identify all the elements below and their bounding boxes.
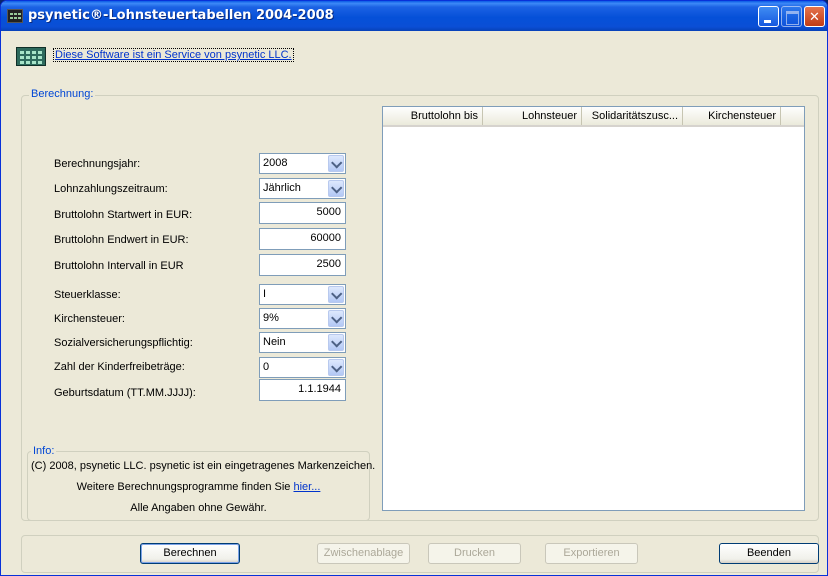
service-link[interactable]: Diese Software ist ein Service von psyne… [53,48,294,62]
berechnungsjahr-combo[interactable]: 2008 [259,153,346,174]
bruttolohn-endwert-input[interactable]: 60000 [259,228,346,250]
chevron-down-icon[interactable] [328,310,344,327]
more-programs-link[interactable]: hier... [293,481,320,493]
close-icon[interactable]: ✕ [804,6,825,27]
label-berechnungsjahr: Berechnungsjahr: [54,158,141,170]
minimize-icon[interactable] [758,6,779,27]
beenden-button[interactable]: Beenden [719,543,819,564]
label-geburtsdatum: Geburtsdatum (TT.MM.JJJJ): [54,387,196,399]
chevron-down-icon[interactable] [328,180,344,197]
maximize-icon [781,6,802,27]
chevron-down-icon[interactable] [328,334,344,351]
geburtsdatum-input[interactable]: 1.1.1944 [259,379,346,401]
column-bruttolohn-bis[interactable]: Bruttolohn bis [383,107,483,125]
label-lohnzahlungszeitraum: Lohnzahlungszeitraum: [54,183,168,195]
chevron-down-icon[interactable] [328,359,344,376]
column-solidaritaetszuschlag[interactable]: Solidaritätszusc... [582,107,683,125]
label-steuerklasse: Steuerklasse: [54,289,121,301]
info-more-programs: Weitere Berechnungsprogramme finden Sie … [31,481,366,493]
lohnzahlungszeitraum-value: Jährlich [263,182,301,194]
column-kirchensteuer[interactable]: Kirchensteuer [683,107,781,125]
kinderfreibetraege-combo[interactable]: 0 [259,357,346,378]
steuerklasse-value: I [263,288,267,300]
chevron-down-icon[interactable] [328,155,344,172]
results-table-header: Bruttolohn bis Lohnsteuer Solidaritätszu… [383,107,804,127]
results-table[interactable]: Bruttolohn bis Lohnsteuer Solidaritätszu… [382,106,805,511]
berechnungsjahr-value: 2008 [263,157,288,169]
calculator-icon [16,47,46,66]
zwischenablage-button: Zwischenablage [317,543,410,564]
info-more-programs-text: Weitere Berechnungsprogramme finden Sie [76,481,291,493]
sozialversicherungspflichtig-combo[interactable]: Nein [259,332,346,353]
label-bruttolohn-startwert: Bruttolohn Startwert in EUR: [54,209,193,221]
drucken-button: Drucken [428,543,521,564]
label-bruttolohn-endwert: Bruttolohn Endwert in EUR: [54,234,189,246]
window-title: psynetic®-Lohnsteuertabellen 2004-2008 [28,8,334,23]
main-window: psynetic®-Lohnsteuertabellen 2004-2008 ✕… [0,0,828,576]
label-sozialversicherungspflichtig: Sozialversicherungspflichtig: [54,337,193,349]
label-kirchensteuer: Kirchensteuer: [54,313,125,325]
bruttolohn-intervall-input[interactable]: 2500 [259,254,346,276]
title-bar[interactable]: psynetic®-Lohnsteuertabellen 2004-2008 ✕ [1,1,827,31]
info-disclaimer: Alle Angaben ohne Gewähr. [130,502,267,514]
sozialversicherungspflichtig-value: Nein [263,336,286,348]
lohnzahlungszeitraum-combo[interactable]: Jährlich [259,178,346,199]
info-copyright: (C) 2008, psynetic LLC. psynetic ist ein… [31,460,376,472]
info-group-title: Info: [31,445,57,457]
steuerklasse-combo[interactable]: I [259,284,346,305]
berechnen-button[interactable]: Berechnen [140,543,240,564]
berechnung-group-title: Berechnung: [29,88,96,100]
calculator-app-icon [7,9,23,23]
label-bruttolohn-intervall: Bruttolohn Intervall in EUR [54,260,184,272]
kinderfreibetraege-value: 0 [263,361,270,373]
kirchensteuer-combo[interactable]: 9% [259,308,346,329]
exportieren-button: Exportieren [545,543,638,564]
column-lohnsteuer[interactable]: Lohnsteuer [483,107,582,125]
kirchensteuer-value: 9% [263,312,279,324]
bruttolohn-startwert-input[interactable]: 5000 [259,202,346,224]
label-kinderfreibetraege: Zahl der Kinderfreibeträge: [54,361,185,373]
chevron-down-icon[interactable] [328,286,344,303]
